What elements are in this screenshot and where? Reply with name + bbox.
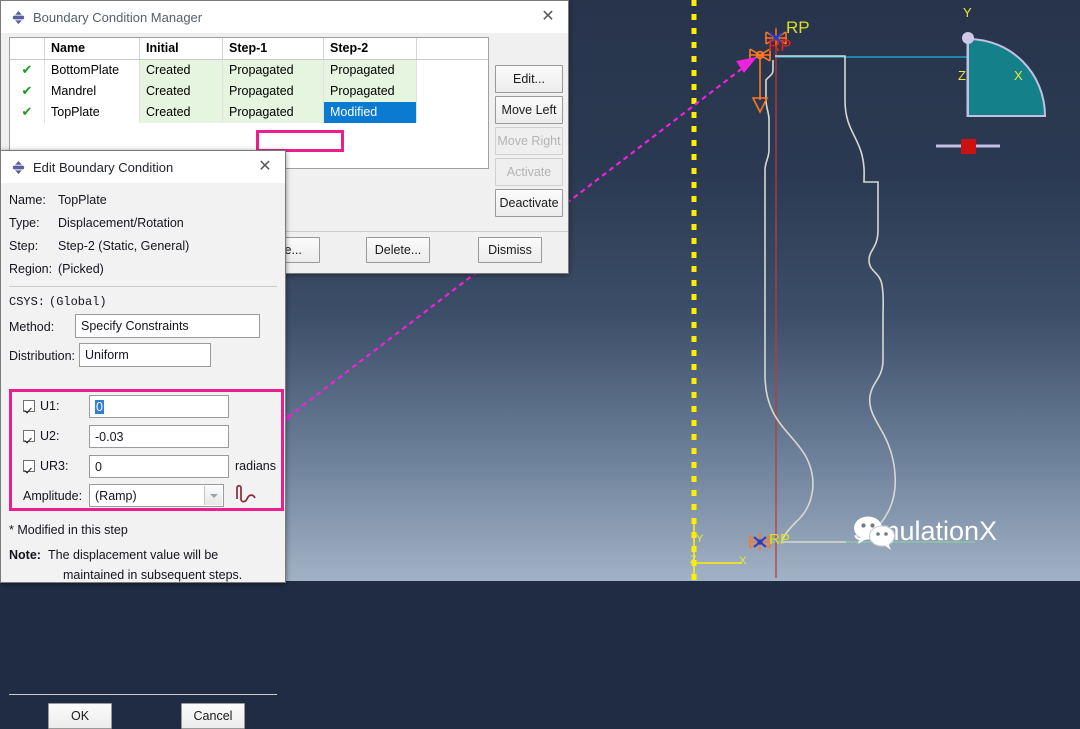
abaqus-icon (12, 10, 25, 24)
row-step-2: Propagated (323, 81, 417, 102)
modified-cell-highlight (256, 130, 344, 152)
u1-checkbox[interactable] (23, 400, 35, 412)
distribution-label: Distribution: (9, 349, 75, 363)
header-name[interactable]: Name (44, 38, 140, 60)
ur3-unit-label: radians (235, 459, 276, 473)
amplitude-curve-icon[interactable] (234, 481, 260, 507)
ur3-label: UR3: (40, 459, 69, 473)
u2-input[interactable]: -0.03 (89, 425, 229, 448)
editbc-separator-2 (9, 694, 277, 695)
name-value: TopPlate (58, 193, 107, 207)
distribution-combo[interactable]: Uniform (79, 343, 211, 367)
row-step-1: Propagated (222, 59, 324, 81)
reference-point-symbol-bottom (749, 533, 771, 551)
ok-button[interactable]: OK (48, 703, 112, 729)
row-name: TopPlate (44, 102, 140, 123)
row-check[interactable]: ✔ (10, 59, 45, 81)
u1-checkbox-row[interactable]: U1: (23, 399, 59, 413)
row-filler (417, 81, 489, 102)
close-icon[interactable]: ✕ (534, 4, 562, 30)
type-label: Type: (9, 216, 40, 230)
amplitude-label: Amplitude: (23, 489, 83, 503)
table-header-row: Name Initial Step-1 Step-2 (10, 38, 488, 60)
ur3-checkbox[interactable] (23, 460, 35, 472)
cancel-button[interactable]: Cancel (181, 703, 245, 729)
wechat-icon (854, 516, 896, 550)
ur3-checkbox-row[interactable]: UR3: (23, 459, 68, 473)
bcmgr-titlebar[interactable]: Boundary Condition Manager ✕ (1, 1, 568, 33)
row-step-1: Propagated (222, 81, 324, 102)
row-initial: Created (139, 81, 223, 102)
header-step-1[interactable]: Step-1 (222, 38, 324, 60)
dismiss-button[interactable]: Dismiss (478, 237, 542, 263)
type-value: Displacement/Rotation (58, 216, 184, 230)
header-filler (416, 38, 488, 60)
row-initial: Created (139, 59, 223, 81)
part-outer-profile (775, 55, 897, 543)
bcmgr-title-text: Boundary Condition Manager (33, 9, 203, 25)
region-label: Region: (9, 262, 53, 276)
activate-button: Activate (495, 158, 563, 186)
u1-input[interactable]: 0 (89, 395, 229, 418)
row-step-1: Propagated (222, 102, 324, 123)
name-label: Name: (9, 193, 46, 207)
bcmgr-side-buttons: Edit... Move Left Move Right Activate De… (495, 65, 563, 220)
part-inner-profile (764, 60, 846, 543)
note-label: Note: (9, 548, 41, 562)
bc-table: Name Initial Step-1 Step-2 ✔ BottomPlate… (10, 38, 488, 123)
row-check[interactable]: ✔ (10, 81, 45, 102)
editbc-separator-1 (9, 286, 277, 287)
chevron-down-icon[interactable] (204, 486, 222, 505)
step-label: Step: (9, 239, 39, 253)
row-step-2: Propagated (323, 59, 417, 81)
note-line-2: maintained in subsequent steps. (63, 568, 243, 582)
u2-label: U2: (40, 429, 60, 443)
note-line-1: The displacement value will be (48, 548, 219, 562)
row-check[interactable]: ✔ (10, 102, 45, 123)
edit-button[interactable]: Edit... (495, 65, 563, 93)
editbc-body: Name: TopPlate Type: Displacement/Rotati… (1, 183, 285, 582)
deactivate-button[interactable]: Deactivate (495, 189, 563, 217)
abaqus-icon (12, 160, 25, 174)
edit-boundary-condition-window[interactable]: Edit Boundary Condition ✕ Name: TopPlate… (0, 150, 286, 729)
region-value[interactable]: (Picked) (58, 262, 104, 276)
origin-triad (693, 524, 742, 578)
move-left-button[interactable]: Move Left (495, 96, 563, 124)
close-icon[interactable]: ✕ (251, 154, 279, 180)
row-initial: Created (139, 102, 223, 123)
header-step-2[interactable]: Step-2 (323, 38, 417, 60)
row-name: Mandrel (44, 81, 140, 102)
step-value: Step-2 (Static, General) (58, 239, 190, 253)
u1-label: U1: (40, 399, 60, 413)
table-row[interactable]: ✔ BottomPlate Created Propagated Propaga… (10, 59, 489, 82)
header-check (10, 38, 45, 60)
editbc-title-text: Edit Boundary Condition (33, 159, 174, 175)
modified-note: * Modified in this step (9, 523, 128, 537)
u2-checkbox-row[interactable]: U2: (23, 429, 59, 443)
method-combo[interactable]: Specify Constraints (75, 314, 260, 338)
method-label: Method: (9, 320, 55, 334)
table-row[interactable]: ✔ TopPlate Created Propagated Modified (10, 102, 488, 123)
move-right-button: Move Right (495, 127, 563, 155)
editbc-titlebar[interactable]: Edit Boundary Condition ✕ (1, 151, 285, 183)
row-filler (417, 102, 489, 123)
row-name: BottomPlate (44, 59, 140, 81)
delete-button[interactable]: Delete... (366, 237, 430, 263)
amplitude-select[interactable]: (Ramp) (89, 484, 224, 507)
csys-value[interactable]: (Global) (49, 295, 107, 309)
header-initial[interactable]: Initial (139, 38, 223, 60)
revolve-indicator (936, 32, 1047, 154)
reference-point-symbol-top (765, 29, 787, 47)
csys-label: CSYS: (9, 295, 46, 309)
u1-value: 0 (95, 399, 104, 414)
watermark: SimulationX (853, 516, 997, 550)
row-filler (417, 60, 489, 82)
row-step-2-selected[interactable]: Modified (323, 102, 417, 123)
ur3-input[interactable]: 0 (89, 455, 229, 478)
amplitude-value: (Ramp) (95, 488, 137, 503)
table-row[interactable]: ✔ Mandrel Created Propagated Propagated (10, 81, 488, 102)
u2-checkbox[interactable] (23, 430, 35, 442)
